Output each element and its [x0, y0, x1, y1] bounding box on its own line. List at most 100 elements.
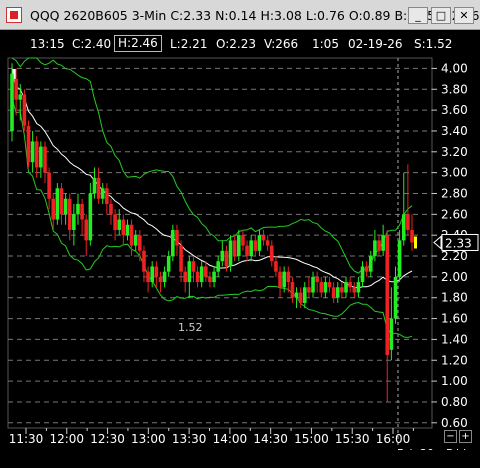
candle-body	[265, 240, 270, 246]
candle-body	[216, 261, 220, 272]
candle-body	[14, 78, 18, 100]
candle-body	[401, 214, 406, 241]
candle-body	[22, 94, 27, 126]
time-label: 12:00	[49, 432, 84, 446]
zoom-in-button[interactable]: +	[459, 430, 472, 443]
price-label: 2.00	[441, 270, 468, 284]
candle-body	[195, 271, 200, 283]
candle-body	[47, 172, 51, 199]
chart-grid	[7, 57, 433, 448]
time-label: 12:30	[90, 432, 125, 446]
candle-body	[146, 271, 150, 283]
candle-body	[241, 235, 245, 246]
candle-body	[59, 188, 64, 215]
time-label: 15:00	[294, 432, 329, 446]
candle-body	[43, 146, 47, 173]
chart-annotation: 1.52	[178, 321, 203, 334]
candle-body	[204, 266, 208, 277]
price-label: 1.00	[441, 374, 468, 388]
upper-band	[11, 57, 413, 274]
candle-body	[344, 282, 348, 293]
time-label: 13:00	[131, 432, 166, 446]
candle-body	[166, 256, 171, 272]
price-chart[interactable]: 4.003.803.603.403.203.002.802.602.402.20…	[0, 0, 480, 468]
price-label: 4.00	[441, 61, 468, 75]
price-label: 1.40	[441, 332, 468, 346]
candle-body	[220, 250, 225, 262]
horizontal-scrollbar[interactable]	[0, 450, 480, 468]
candle-body	[125, 224, 130, 236]
candle-body	[302, 287, 307, 303]
candle-body	[315, 276, 319, 283]
candle-body	[307, 287, 311, 293]
candle-body	[290, 282, 295, 298]
candle-body	[34, 141, 39, 168]
candle-body	[84, 219, 89, 241]
candle-body	[51, 198, 56, 220]
lower-band	[11, 98, 413, 339]
candle-body	[269, 245, 274, 262]
candle-body	[385, 235, 390, 356]
price-label: 3.40	[441, 124, 468, 138]
time-label: 11:30	[9, 432, 44, 446]
candle-body	[323, 282, 328, 293]
candle-body	[117, 219, 122, 230]
candle-body	[257, 235, 262, 251]
candle-body	[105, 188, 109, 204]
price-label: 2.20	[441, 249, 468, 263]
candle-body	[80, 203, 84, 220]
candle-body	[208, 276, 212, 283]
candle-body	[356, 282, 361, 293]
candle-body	[171, 229, 175, 257]
candle-body	[72, 214, 76, 230]
candle-body	[133, 235, 138, 246]
zoom-out-button[interactable]: −	[444, 430, 457, 443]
candle-body	[113, 214, 117, 230]
candle-body	[129, 224, 134, 246]
candle-body	[286, 271, 291, 283]
candle-body	[183, 271, 187, 283]
candle-body	[261, 235, 266, 241]
candle-body	[319, 282, 324, 293]
candle-body	[228, 240, 233, 267]
candle-body	[30, 141, 35, 163]
candle-body	[158, 276, 163, 283]
price-label: 1.60	[441, 312, 468, 326]
candle-body	[373, 240, 377, 257]
candle-body	[340, 287, 344, 293]
candle-body	[55, 188, 60, 220]
bollinger-bands	[11, 57, 413, 339]
candle-body	[162, 271, 167, 283]
candle-body	[245, 245, 249, 257]
time-label: 13:30	[172, 432, 207, 446]
candle-body	[377, 240, 381, 251]
candle-body	[63, 198, 68, 215]
candle-body	[232, 240, 237, 257]
candle-body	[368, 256, 373, 272]
price-label: 1.20	[441, 353, 468, 367]
candle-body	[237, 235, 241, 257]
candle-body	[389, 318, 394, 350]
candle-body	[274, 261, 278, 272]
candle-body	[150, 266, 155, 283]
candle-body	[191, 261, 196, 272]
last-price-label: 2.33	[445, 236, 472, 250]
candle-body	[348, 282, 352, 288]
candle-body	[352, 287, 357, 293]
candle-body	[199, 266, 204, 283]
candle-body	[311, 276, 315, 293]
price-label: 0.80	[441, 395, 468, 409]
candle-body	[397, 240, 402, 277]
last-price-bar	[414, 236, 417, 249]
candle-body	[187, 261, 192, 283]
price-label: 1.80	[441, 291, 468, 305]
candle-body	[96, 177, 101, 199]
last-price-arrow	[433, 235, 442, 250]
candle-body	[224, 250, 229, 267]
candle-body	[26, 125, 31, 163]
candle-body	[175, 229, 179, 246]
candle-body	[278, 271, 282, 288]
candle-body	[179, 245, 183, 272]
price-axis: 4.003.803.603.403.203.002.802.602.402.20…	[414, 61, 479, 430]
candle-body	[10, 73, 14, 131]
